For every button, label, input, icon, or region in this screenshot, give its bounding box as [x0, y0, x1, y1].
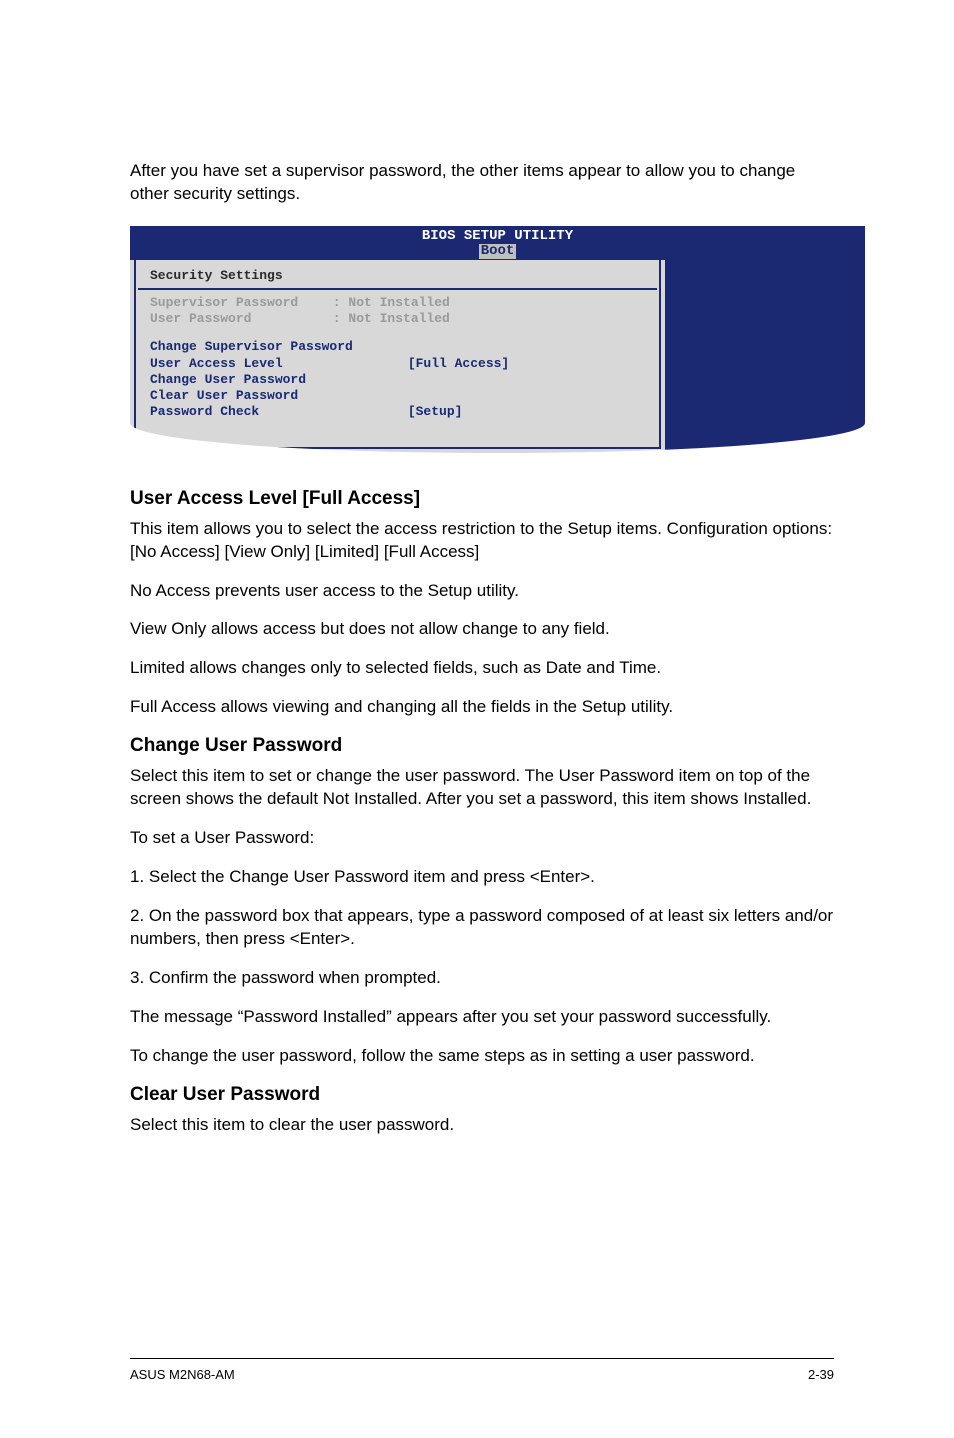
bios-header-title: BIOS SETUP UTILITY: [422, 228, 573, 244]
no-access-desc: No Access prevents user access to the Se…: [130, 580, 834, 603]
change-user-password-heading: Change User Password: [130, 735, 834, 757]
bios-user-access-label: User Access Level: [150, 356, 400, 372]
bios-change-supervisor: Change Supervisor Password: [150, 339, 645, 355]
step-1: 1. Select the Change User Password item …: [130, 866, 834, 889]
bios-user-access-value: [Full Access]: [408, 356, 509, 372]
limited-desc: Limited allows changes only to selected …: [130, 657, 834, 680]
change-password-followup: To change the user password, follow the …: [130, 1045, 834, 1068]
user-access-level-desc: This item allows you to select the acces…: [130, 518, 834, 564]
step-3: 3. Confirm the password when prompted.: [130, 967, 834, 990]
clear-user-password-desc: Select this item to clear the user passw…: [130, 1114, 834, 1137]
page-footer: ASUS M2N68-AM 2-39: [130, 1358, 834, 1382]
bios-header-tab: Boot: [479, 244, 517, 259]
clear-user-password-heading: Clear User Password: [130, 1084, 834, 1106]
bios-setup-screenshot: BIOS SETUP UTILITY Boot Security Setting…: [130, 226, 865, 453]
bios-supervisor-row: Supervisor Password : Not Installed: [150, 295, 645, 311]
bios-password-check-value: [Setup]: [408, 404, 463, 420]
change-user-password-desc: Select this item to set or change the us…: [130, 765, 834, 811]
full-access-desc: Full Access allows viewing and changing …: [130, 696, 834, 719]
bios-password-check-row: Password Check [Setup]: [150, 404, 645, 420]
bios-user-value: : Not Installed: [333, 311, 450, 327]
bios-clear-user: Clear User Password: [150, 388, 645, 404]
bios-security-title: Security Settings: [150, 268, 645, 283]
password-installed-msg: The message “Password Installed” appears…: [130, 1006, 834, 1029]
bios-change-user: Change User Password: [150, 372, 645, 388]
bios-right-panel: [665, 260, 865, 453]
to-set-user-password: To set a User Password:: [130, 827, 834, 850]
bios-header: BIOS SETUP UTILITY Boot: [130, 226, 865, 260]
bios-supervisor-label: Supervisor Password: [150, 295, 325, 311]
bios-user-label: User Password: [150, 311, 325, 327]
step-2: 2. On the password box that appears, typ…: [130, 905, 834, 951]
bios-user-row: User Password : Not Installed: [150, 311, 645, 327]
footer-right: 2-39: [808, 1367, 834, 1382]
user-access-level-heading: User Access Level [Full Access]: [130, 488, 834, 510]
intro-paragraph: After you have set a supervisor password…: [130, 160, 834, 206]
view-only-desc: View Only allows access but does not all…: [130, 618, 834, 641]
footer-left: ASUS M2N68-AM: [130, 1367, 235, 1382]
bios-user-access-row: User Access Level [Full Access]: [150, 356, 645, 372]
bios-password-check-label: Password Check: [150, 404, 400, 420]
bios-supervisor-value: : Not Installed: [333, 295, 450, 311]
